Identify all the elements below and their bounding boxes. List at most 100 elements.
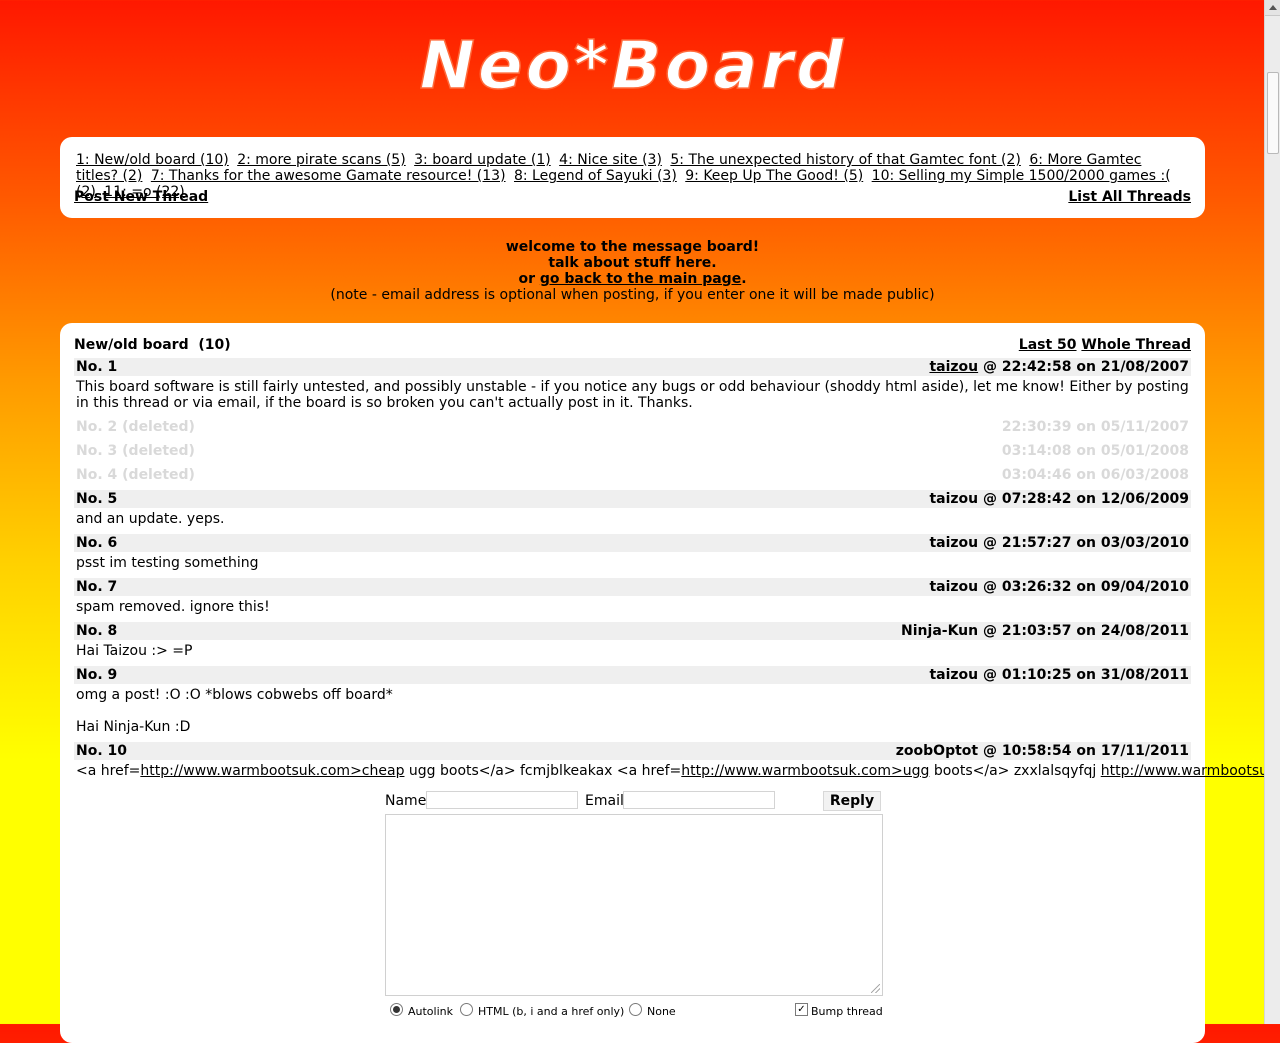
thread-nav-panel: 1: New/old board (10) 2: more pirate sca…: [60, 137, 1205, 218]
post-time: @ 07:28:42 on 12/06/2009: [982, 491, 1189, 507]
email-label: Email: [585, 793, 624, 809]
thread-panel: New/old board (10) Last 50 Whole Thread …: [60, 323, 1280, 1043]
thread-link-5[interactable]: 5: The unexpected history of that Gamtec…: [670, 152, 1020, 168]
spam-link[interactable]: http://www.warmbootsuk.com>cheap: [140, 763, 404, 779]
post-body: spam removed. ignore this!: [76, 599, 270, 615]
email-note: (note - email address is optional when p…: [330, 287, 935, 303]
scroll-up-arrow-icon[interactable]: [1265, 0, 1280, 16]
thread-link-7[interactable]: 7: Thanks for the awesome Gamate resourc…: [151, 168, 506, 184]
reply-button[interactable]: Reply: [823, 791, 881, 811]
list-all-threads-link[interactable]: List All Threads: [1068, 189, 1191, 205]
welcome-line-2: talk about stuff here.: [548, 255, 717, 271]
welcome-message: welcome to the message board! talk about…: [0, 239, 1265, 303]
post-time: @ 10:58:54 on 17/11/2011: [982, 743, 1189, 759]
post-time: 22:30:39 on 05/11/2007: [1001, 419, 1189, 435]
thread-link-9[interactable]: 9: Keep Up The Good! (5): [685, 168, 863, 184]
post-meta: zoobOptot @ 10:58:54 on 17/11/2011: [896, 742, 1189, 760]
post-time: 03:14:08 on 05/01/2008: [1001, 443, 1189, 459]
thread-link-1[interactable]: 1: New/old board (10): [76, 152, 229, 168]
post-meta: taizou @ 01:10:25 on 31/08/2011: [929, 666, 1189, 684]
post-author: taizou: [929, 667, 979, 683]
thread-view-links: Last 50 Whole Thread: [1019, 337, 1191, 353]
none-radio[interactable]: [629, 1003, 642, 1016]
page: Neo*Board 1: New/old board (10) 2: more …: [0, 0, 1280, 1043]
post-header: No. 1 taizou @ 22:42:58 on 21/08/2007: [74, 358, 1191, 376]
post-new-thread-link[interactable]: Post New Thread: [74, 189, 208, 205]
post-body: and an update. yeps.: [76, 511, 225, 527]
name-label: Name: [385, 793, 427, 809]
post-header: No. 10 zoobOptot @ 10:58:54 on 17/11/201…: [74, 742, 1191, 760]
vertical-scrollbar[interactable]: [1264, 0, 1280, 1024]
post-number: No. 3 (deleted): [76, 443, 195, 459]
none-label: None: [647, 1005, 676, 1018]
reply-form-row: Name Email Reply: [385, 791, 885, 811]
post-author-email-link[interactable]: taizou: [929, 359, 978, 375]
post-header: No. 5 taizou @ 07:28:42 on 12/06/2009: [74, 490, 1191, 508]
name-input[interactable]: [426, 791, 578, 809]
post-author: Ninja-Kun: [901, 623, 979, 639]
welcome-or-text: or: [518, 271, 535, 287]
autolink-radio[interactable]: [390, 1003, 403, 1016]
nav-actions: Post New Thread List All Threads: [74, 189, 1191, 205]
last-50-link[interactable]: Last 50: [1019, 337, 1077, 353]
spam-link[interactable]: http://www.warmbootsuk.com>ugg: [681, 763, 929, 779]
html-radio[interactable]: [460, 1003, 473, 1016]
thread-header: New/old board (10) Last 50 Whole Thread: [74, 337, 1191, 353]
post-author: zoobOptot: [895, 743, 979, 759]
welcome-line-3: or go back to the main page.: [0, 271, 1265, 287]
spam-link[interactable]: http://www.warmbootsuk.com: [1101, 763, 1280, 779]
post-number: No. 2 (deleted): [76, 419, 195, 435]
thread-link-3[interactable]: 3: board update (1): [414, 152, 551, 168]
post-header: No. 9 taizou @ 01:10:25 on 31/08/2011: [74, 666, 1191, 684]
post-number: No. 8: [76, 623, 118, 639]
bump-thread-label: Bump thread: [811, 1005, 883, 1018]
welcome-period: .: [741, 271, 747, 287]
post-number: No. 6: [76, 535, 118, 551]
format-options: Autolink HTML (b, i and a href only) Non…: [390, 1003, 885, 1019]
post-meta: taizou @ 21:57:27 on 03/03/2010: [929, 534, 1189, 552]
post-body: psst im testing something: [76, 555, 259, 571]
post-meta: taizou @ 22:42:58 on 21/08/2007: [929, 358, 1189, 376]
post-body: <a href=http://www.warmbootsuk.com>cheap…: [76, 763, 1280, 779]
post-meta: taizou @ 07:28:42 on 12/06/2009: [929, 490, 1189, 508]
thread-title: New/old board: [74, 337, 189, 353]
checkmark-icon: ✓: [797, 1004, 806, 1015]
bump-thread-checkbox[interactable]: ✓: [795, 1003, 808, 1016]
email-input[interactable]: [623, 791, 775, 809]
post-number: No. 9: [76, 667, 118, 683]
post-meta: Ninja-Kun @ 21:03:57 on 24/08/2011: [901, 622, 1189, 640]
post-body: omg a post! :O :O *blows cobwebs off boa…: [76, 687, 393, 703]
post-number: No. 1: [76, 359, 118, 375]
post-text: ugg boots</a> fcmjblkeakax <a href=: [404, 763, 682, 779]
post-time: 03:04:46 on 06/03/2008: [1001, 467, 1189, 483]
post-number: No. 5: [76, 491, 118, 507]
thread-post-count: (10): [198, 337, 231, 353]
thread-link-2[interactable]: 2: more pirate scans (5): [237, 152, 405, 168]
post-header: No. 8 Ninja-Kun @ 21:03:57 on 24/08/2011: [74, 622, 1191, 640]
post-header: No. 7 taizou @ 03:26:32 on 09/04/2010: [74, 578, 1191, 596]
deleted-post-header: No. 2 (deleted) 22:30:39 on 05/11/2007: [74, 418, 1191, 436]
message-textarea[interactable]: [385, 814, 883, 996]
resize-grip-icon[interactable]: [871, 984, 880, 993]
scroll-thumb[interactable]: [1267, 72, 1279, 154]
post-author: taizou: [929, 579, 979, 595]
post-time: @ 01:10:25 on 31/08/2011: [982, 667, 1189, 683]
post-author: taizou: [929, 491, 979, 507]
post-body: Hai Taizou :> =P: [76, 643, 193, 659]
whole-thread-link[interactable]: Whole Thread: [1081, 337, 1191, 353]
post-number: No. 10: [76, 743, 128, 759]
post-time: @ 03:26:32 on 09/04/2010: [982, 579, 1189, 595]
post-author: taizou: [929, 535, 979, 551]
post-number: No. 7: [76, 579, 118, 595]
main-page-link[interactable]: go back to the main page: [540, 271, 741, 287]
thread-link-4[interactable]: 4: Nice site (3): [559, 152, 662, 168]
deleted-post-header: No. 4 (deleted) 03:04:46 on 06/03/2008: [74, 466, 1191, 484]
neoboard-logo: Neo*Board: [419, 30, 847, 100]
post-time: @ 22:42:58 on 21/08/2007: [982, 359, 1189, 375]
html-label: HTML (b, i and a href only): [478, 1005, 625, 1018]
post-time: @ 21:03:57 on 24/08/2011: [982, 623, 1189, 639]
thread-link-8[interactable]: 8: Legend of Sayuki (3): [514, 168, 677, 184]
welcome-line-1: welcome to the message board!: [505, 239, 760, 255]
logo-text: Neo*Board: [420, 30, 847, 100]
post-body-line: Hai Ninja-Kun :D: [76, 719, 191, 735]
